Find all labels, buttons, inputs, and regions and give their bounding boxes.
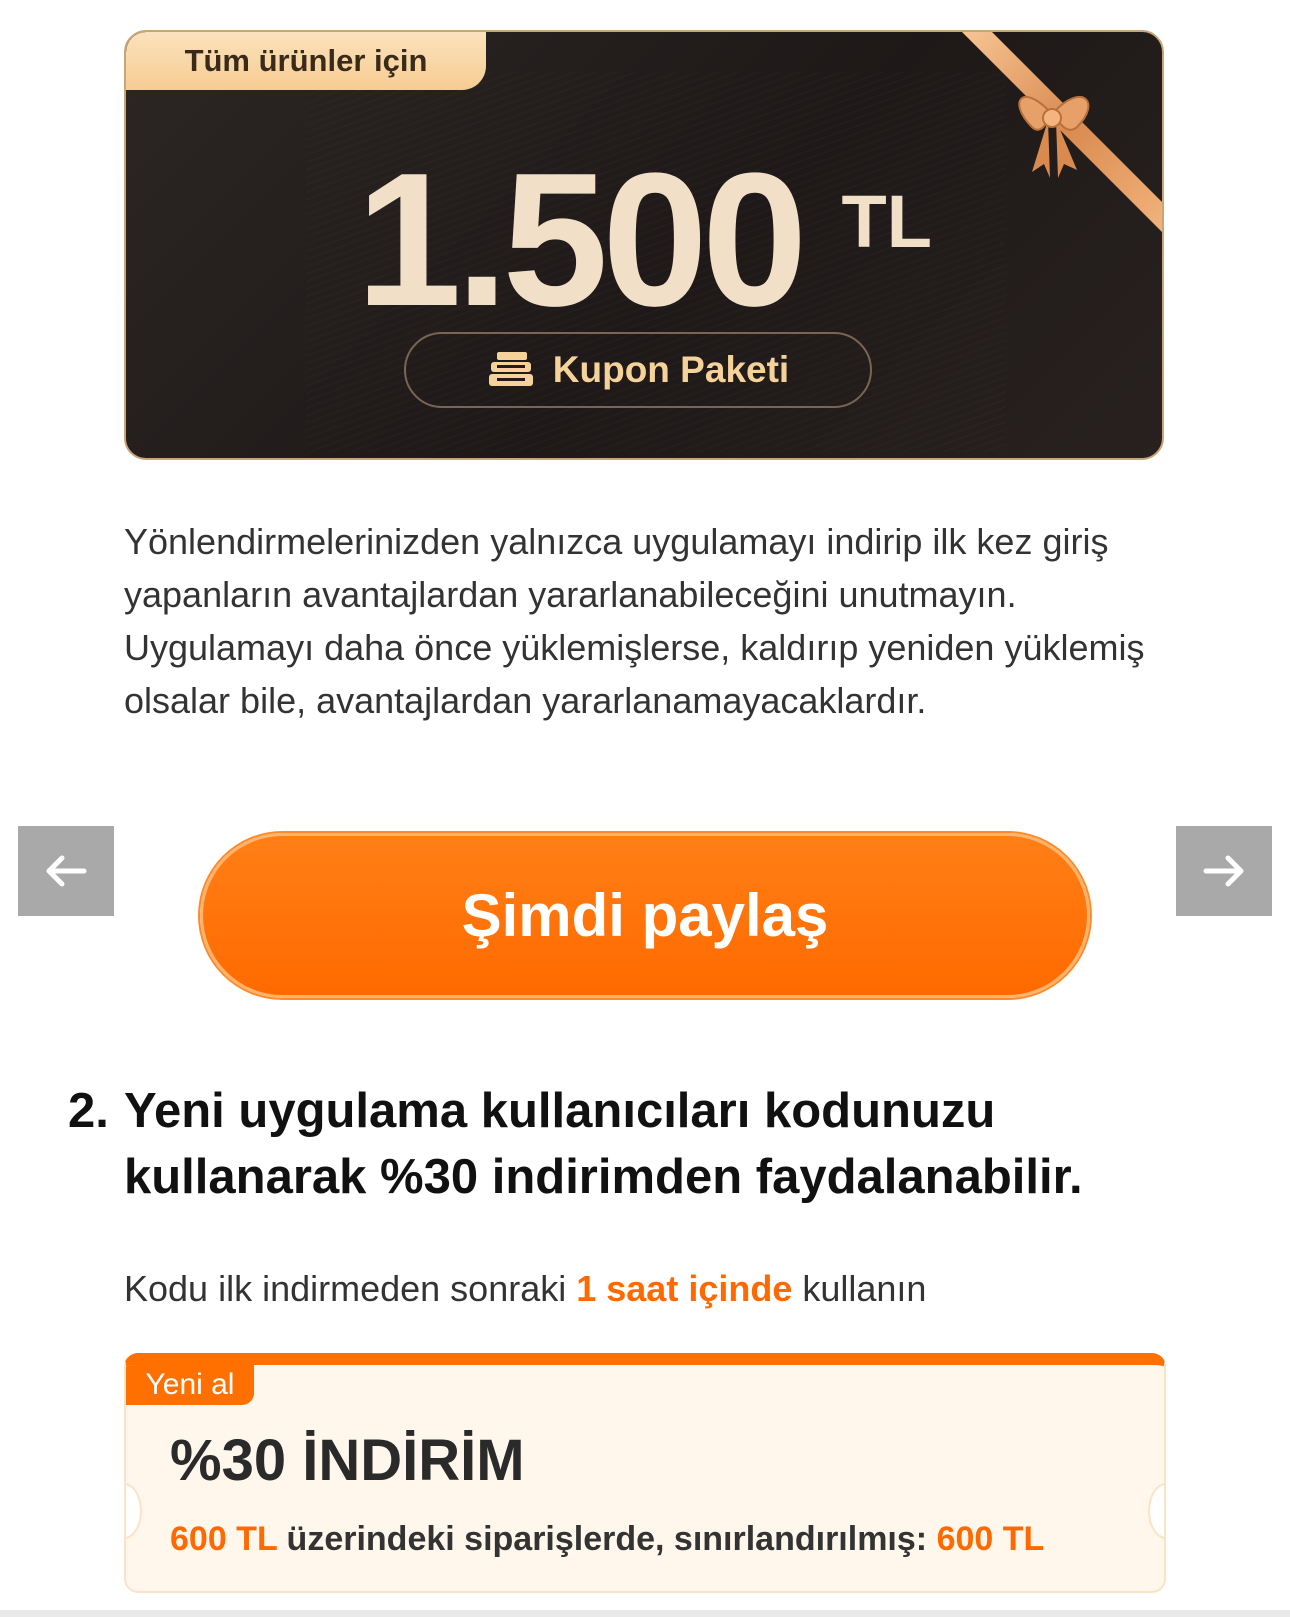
pack-amount: 1.500 TL bbox=[126, 132, 1162, 335]
step-2-title: Yeni uygulama kullanıcıları kodunuzu kul… bbox=[124, 1084, 1083, 1204]
share-now-button[interactable]: Şimdi paylaş bbox=[200, 833, 1090, 998]
coupon-tag: Yeni al bbox=[126, 1365, 254, 1405]
bottom-divider bbox=[0, 1610, 1290, 1617]
coupon-pack-card: Tüm ürünler için 1.500 TL Kupon Paketi bbox=[124, 30, 1164, 460]
arrow-right-icon bbox=[1203, 855, 1244, 887]
previous-button[interactable] bbox=[18, 826, 114, 916]
new-user-coupon: Yeni al %30 İNDİRİM 600 TL üzerindeki si… bbox=[124, 1353, 1166, 1593]
coupon-pack-label: Kupon Paketi bbox=[404, 332, 872, 408]
ticket-stack-icon bbox=[488, 352, 533, 386]
coupon-notch-right bbox=[1148, 1483, 1164, 1539]
pack-currency: TL bbox=[841, 180, 932, 263]
coupon-pack-text: Kupon Paketi bbox=[552, 349, 790, 390]
hint-after: kullanın bbox=[792, 1268, 927, 1309]
hint-before: Kodu ilk indirmeden sonraki bbox=[124, 1268, 577, 1309]
pack-scope-tag: Tüm ürünler için bbox=[126, 32, 486, 90]
coupon-limit-amount: 600 TL bbox=[936, 1520, 1045, 1558]
next-button[interactable] bbox=[1176, 826, 1272, 916]
hint-highlight: 1 saat içinde bbox=[576, 1268, 793, 1309]
eligibility-note: Yönlendirmelerinizden yalnızca uygulamay… bbox=[124, 521, 1145, 721]
step-number: 2. bbox=[68, 1084, 109, 1138]
coupon-condition-text: üzerindeki siparişlerde, sınırlandırılmı… bbox=[277, 1520, 937, 1558]
code-usage-hint: Kodu ilk indirmeden sonraki 1 saat içind… bbox=[124, 1268, 926, 1310]
arrow-left-icon bbox=[46, 855, 87, 887]
step-2-heading: 2. Yeni uygulama kullanıcıları kodunuzu … bbox=[68, 1078, 1188, 1210]
coupon-min-amount: 600 TL bbox=[170, 1520, 278, 1558]
coupon-notch-left bbox=[126, 1483, 142, 1539]
pack-amount-value: 1.500 bbox=[356, 134, 807, 346]
coupon-condition: 600 TL üzerindeki siparişlerde, sınırlan… bbox=[170, 1520, 1044, 1559]
coupon-discount-title: %30 İNDİRİM bbox=[170, 1428, 525, 1493]
